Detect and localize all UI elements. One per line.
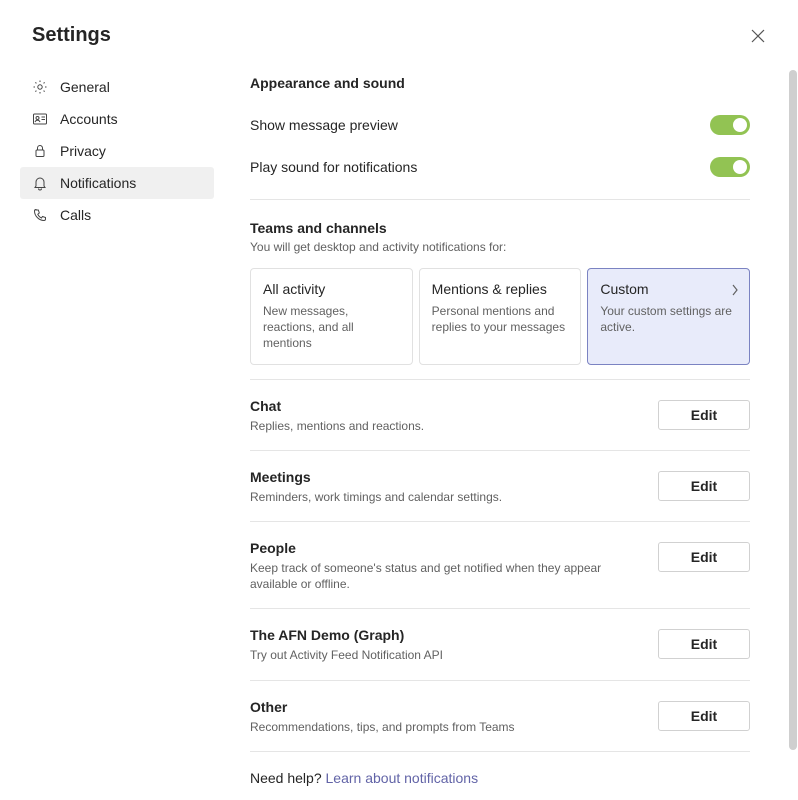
card-title: Custom — [600, 281, 737, 297]
card-title: Mentions & replies — [432, 281, 569, 297]
card-mentions-replies[interactable]: Mentions & replies Personal mentions and… — [419, 268, 582, 365]
toggle-row-message-preview: Show message preview — [250, 107, 750, 149]
setting-row-people: People Keep track of someone's status an… — [250, 522, 750, 609]
sidebar-item-label: Privacy — [60, 143, 106, 159]
toggle-row-play-sound: Play sound for notifications — [250, 149, 750, 191]
setting-title: Other — [250, 699, 642, 715]
bell-icon — [32, 175, 48, 191]
card-desc: New messages, reactions, and all mention… — [263, 303, 400, 352]
sidebar-item-label: General — [60, 79, 110, 95]
setting-desc: Try out Activity Feed Notification API — [250, 647, 642, 663]
card-desc: Personal mentions and replies to your me… — [432, 303, 569, 335]
setting-title: Chat — [250, 398, 642, 414]
card-all-activity[interactable]: All activity New messages, reactions, an… — [250, 268, 413, 365]
edit-button-chat[interactable]: Edit — [658, 400, 750, 430]
sidebar-item-accounts[interactable]: Accounts — [20, 103, 214, 135]
sidebar-item-label: Accounts — [60, 111, 118, 127]
sidebar: General Accounts Privacy Notifications — [0, 55, 222, 800]
toggle-message-preview[interactable] — [710, 115, 750, 135]
setting-desc: Recommendations, tips, and prompts from … — [250, 719, 642, 735]
setting-row-afn-demo: The AFN Demo (Graph) Try out Activity Fe… — [250, 609, 750, 680]
setting-title: Meetings — [250, 469, 642, 485]
help-line: Need help? Learn about notifications — [250, 770, 750, 786]
scrollbar-thumb[interactable] — [789, 70, 797, 750]
phone-icon — [32, 207, 48, 223]
divider — [250, 199, 750, 200]
setting-row-chat: Chat Replies, mentions and reactions. Ed… — [250, 380, 750, 451]
sidebar-item-label: Calls — [60, 207, 91, 223]
setting-desc: Replies, mentions and reactions. — [250, 418, 642, 434]
edit-button-people[interactable]: Edit — [658, 542, 750, 572]
section-heading-teams: Teams and channels — [250, 220, 750, 236]
section-heading-appearance: Appearance and sound — [250, 75, 750, 91]
sidebar-item-general[interactable]: General — [20, 71, 214, 103]
card-custom[interactable]: Custom Your custom settings are active. — [587, 268, 750, 365]
content-panel: Appearance and sound Show message previe… — [222, 55, 798, 800]
close-icon — [751, 29, 765, 43]
edit-button-meetings[interactable]: Edit — [658, 471, 750, 501]
sidebar-item-calls[interactable]: Calls — [20, 199, 214, 231]
setting-row-meetings: Meetings Reminders, work timings and cal… — [250, 451, 750, 522]
scrollbar[interactable] — [788, 0, 798, 800]
toggle-label: Play sound for notifications — [250, 159, 417, 175]
help-text: Need help? — [250, 770, 326, 786]
id-card-icon — [32, 111, 48, 127]
close-button[interactable] — [750, 28, 766, 44]
toggle-label: Show message preview — [250, 117, 398, 133]
setting-row-other: Other Recommendations, tips, and prompts… — [250, 681, 750, 752]
edit-button-other[interactable]: Edit — [658, 701, 750, 731]
card-desc: Your custom settings are active. — [600, 303, 737, 335]
gear-icon — [32, 79, 48, 95]
card-title: All activity — [263, 281, 400, 297]
page-title: Settings — [32, 24, 111, 47]
sidebar-item-privacy[interactable]: Privacy — [20, 135, 214, 167]
sidebar-item-notifications[interactable]: Notifications — [20, 167, 214, 199]
edit-button-afn-demo[interactable]: Edit — [658, 629, 750, 659]
setting-desc: Keep track of someone's status and get n… — [250, 560, 642, 592]
toggle-play-sound[interactable] — [710, 157, 750, 177]
chevron-right-icon — [731, 283, 739, 301]
help-link[interactable]: Learn about notifications — [326, 770, 479, 786]
notification-mode-cards: All activity New messages, reactions, an… — [250, 268, 750, 365]
setting-title: The AFN Demo (Graph) — [250, 627, 642, 643]
sidebar-item-label: Notifications — [60, 175, 136, 191]
setting-title: People — [250, 540, 642, 556]
setting-desc: Reminders, work timings and calendar set… — [250, 489, 642, 505]
lock-icon — [32, 143, 48, 159]
section-subtext-teams: You will get desktop and activity notifi… — [250, 240, 750, 254]
